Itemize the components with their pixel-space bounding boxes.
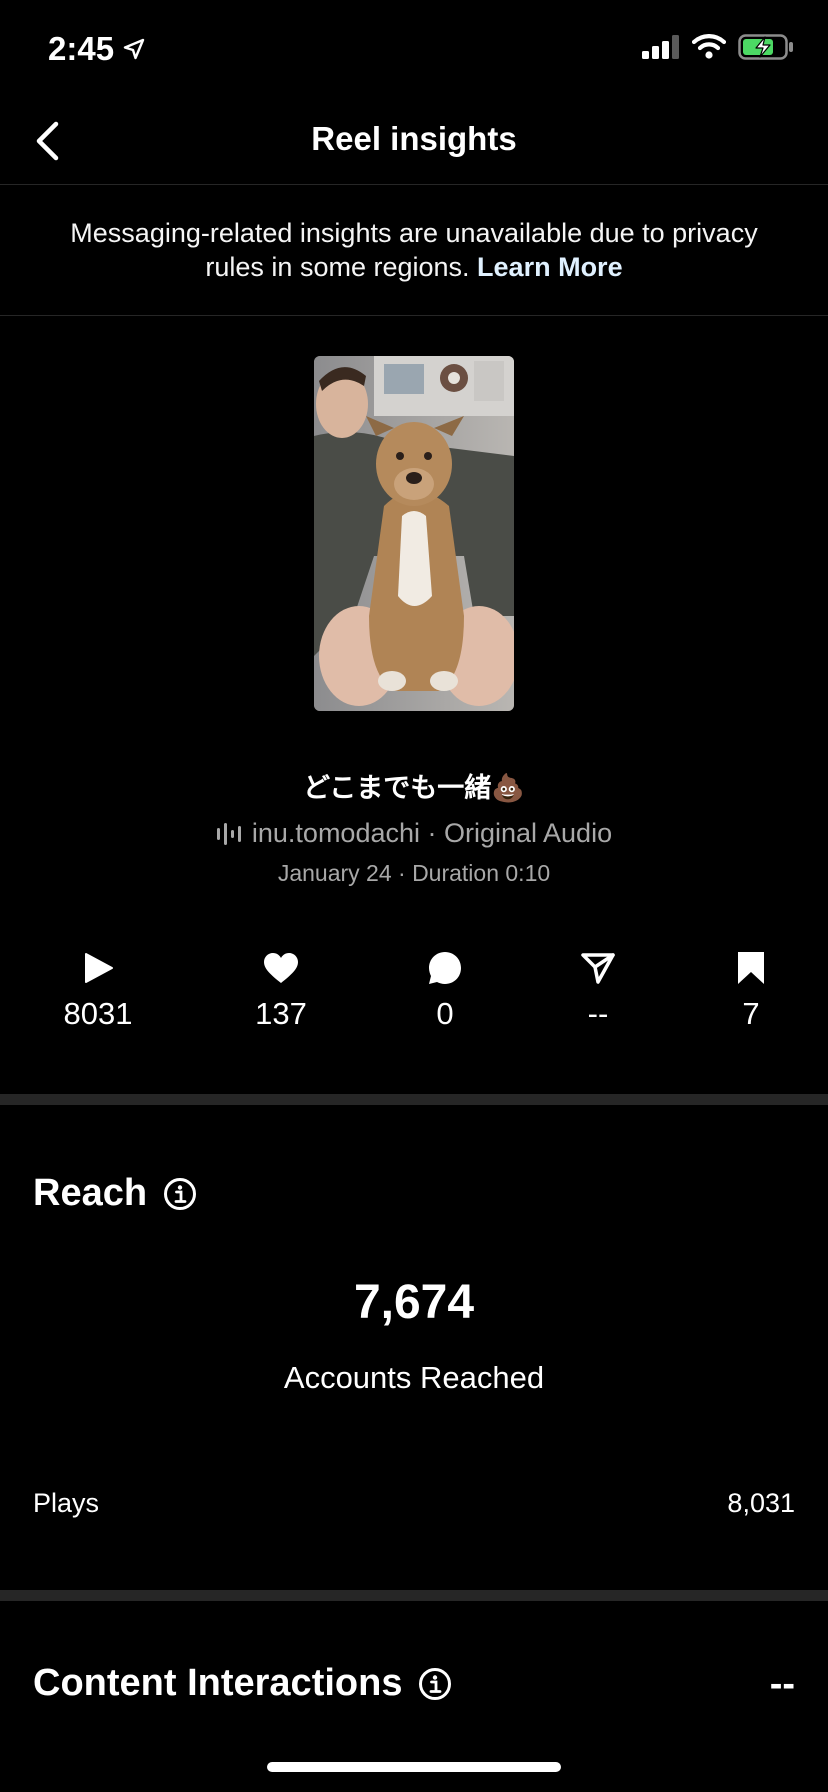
reel-audio-text: inu.tomodachi · Original Audio [251,818,613,848]
stat-saves-value: 7 [742,996,760,1031]
reach-title: Reach [33,1172,148,1214]
play-icon [85,953,113,983]
stat-plays-value: 8031 [63,996,133,1031]
stat-shares-value: -- [587,996,609,1031]
reel-thumbnail-image [314,356,514,711]
status-indicators [642,34,794,60]
stat-shares: -- [528,950,668,1032]
stat-likes: 137 [211,950,351,1032]
content-interactions-title: Content Interactions [33,1662,403,1704]
reel-audio[interactable]: inu.tomodachi · Original Audio [0,818,828,849]
reach-number: 7,674 [353,1276,475,1329]
cellular-signal-icon [642,35,679,59]
stat-likes-value: 137 [255,996,307,1031]
info-icon[interactable] [163,1177,197,1211]
comment-icon [429,952,461,984]
share-send-icon [581,953,615,984]
heart-icon [264,953,298,983]
reel-thumbnail[interactable] [314,356,514,711]
content-interactions-value: -- [769,1663,795,1705]
stat-plays: 8031 [28,950,168,1032]
plays-label: Plays [33,1488,100,1518]
stat-comments: 0 [375,950,515,1032]
info-icon[interactable] [418,1667,452,1701]
reel-caption: どこまでも一緒💩 [303,773,525,803]
bookmark-icon [738,952,764,984]
wifi-icon [692,34,726,59]
reel-meta: January 24 · Duration 0:10 [277,860,551,886]
status-bar: 2:45 [0,0,828,100]
stat-comments-value: 0 [436,996,454,1031]
plays-row: Plays 8,031 [33,1488,795,1519]
privacy-notice-message: Messaging-related insights are unavailab… [70,218,758,282]
content-interactions-header[interactable]: Content Interactions [33,1662,452,1705]
reach-label: Accounts Reached [283,1360,545,1395]
privacy-notice-text: Messaging-related insights are unavailab… [64,216,764,284]
audio-waveform-icon [216,822,241,845]
stat-saves: 7 [681,950,821,1032]
plays-value: 8,031 [727,1488,795,1518]
privacy-notice: Messaging-related insights are unavailab… [0,185,828,316]
page-title: Reel insights [311,120,517,157]
reel-stats: 8031 137 0 -- 7 [0,950,828,1050]
status-time: 2:45 [48,30,146,68]
nav-bar: Reel insights [0,100,828,185]
status-time-text: 2:45 [48,30,115,67]
battery-charging-icon [738,34,793,60]
location-arrow-icon [123,38,145,60]
home-indicator[interactable] [267,1762,561,1772]
section-divider [0,1590,828,1601]
learn-more-link[interactable]: Learn More [477,252,623,282]
reach-header: Reach [33,1172,197,1215]
section-divider [0,1094,828,1105]
